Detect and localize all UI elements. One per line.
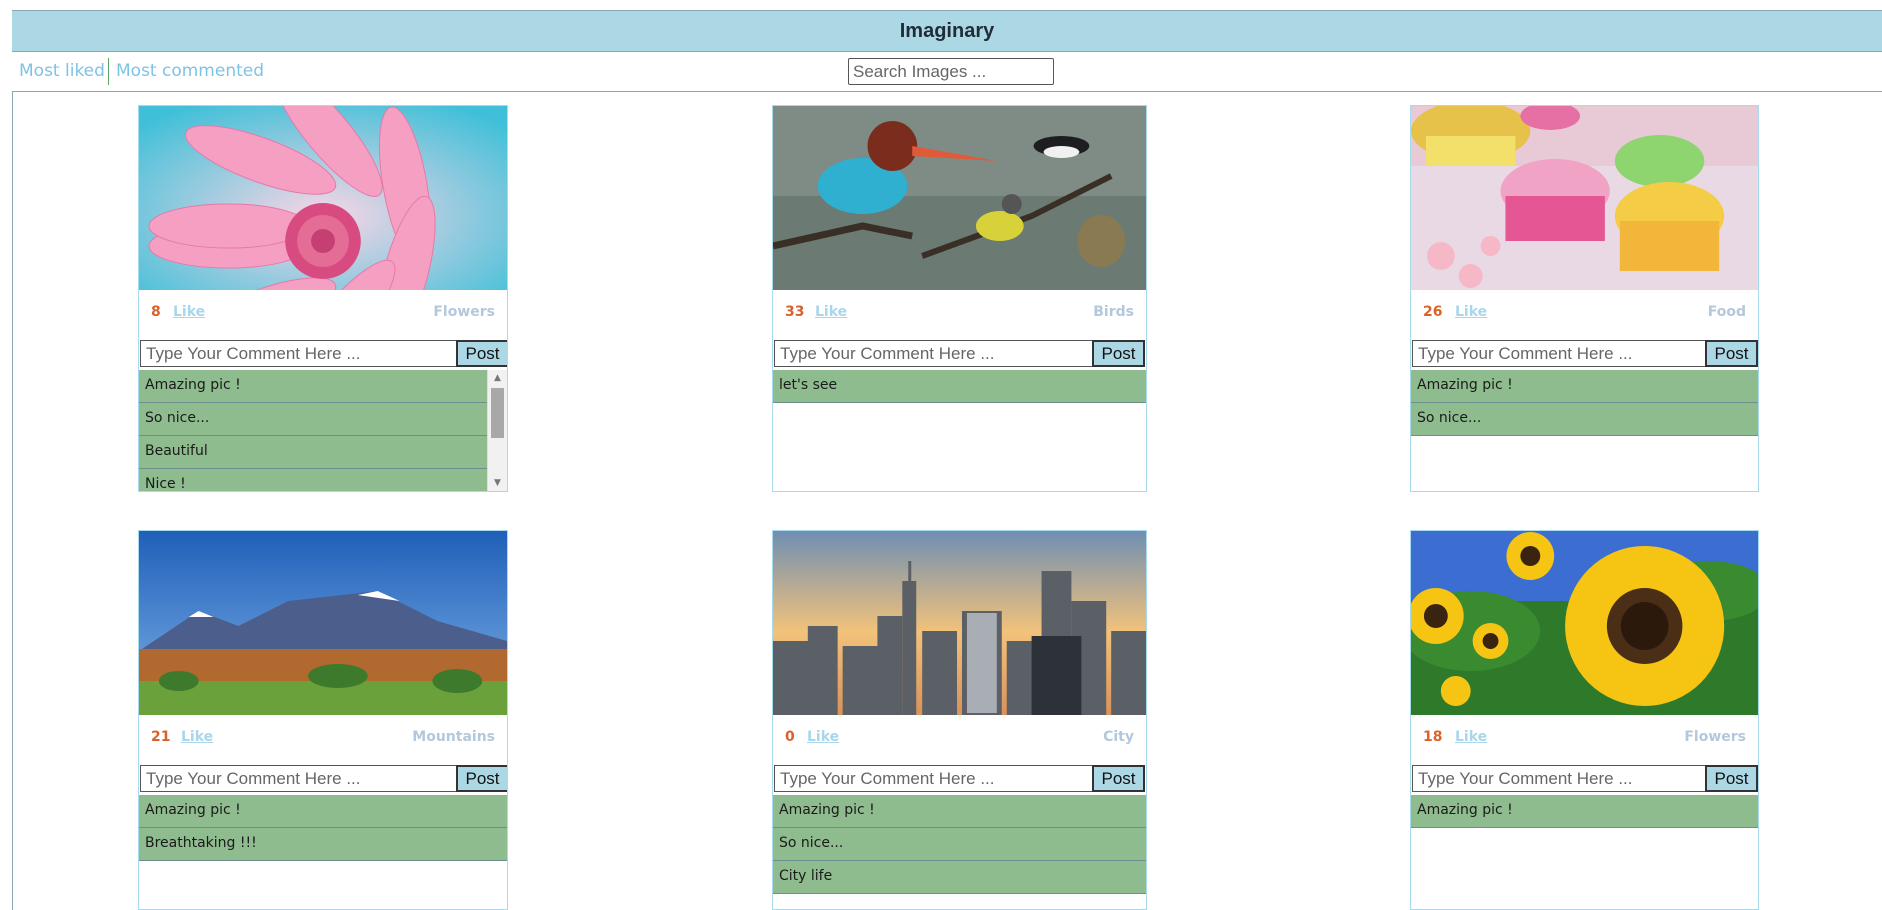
like-link[interactable]: Like <box>1455 729 1487 745</box>
category-label: City <box>1103 729 1134 745</box>
comment-item: So nice... <box>773 828 1146 861</box>
like-link[interactable]: Like <box>815 304 847 320</box>
likes-count: 21 <box>151 729 171 745</box>
search-input[interactable] <box>848 58 1054 85</box>
nav-bar: Most liked Most commented <box>12 52 1882 92</box>
likes-count: 26 <box>1423 304 1443 320</box>
app-header: Imaginary <box>12 10 1882 52</box>
like-link[interactable]: Like <box>181 729 213 745</box>
comments-list: let's see <box>773 370 1146 491</box>
like-link[interactable]: Like <box>1455 304 1487 320</box>
comment-item: So nice... <box>139 403 487 436</box>
category-label: Mountains <box>412 729 495 745</box>
likes-count: 8 <box>151 304 161 320</box>
nav-divider <box>108 58 109 85</box>
category-label: Food <box>1707 304 1746 320</box>
post-button[interactable]: Post <box>456 765 507 792</box>
image-card: 18 Like Flowers Post Amazing pic ! <box>1410 530 1759 910</box>
card-image[interactable] <box>773 531 1146 715</box>
scroll-down-icon[interactable]: ▼ <box>488 475 507 491</box>
card-image[interactable] <box>773 106 1146 290</box>
most-liked-link[interactable]: Most liked <box>19 60 105 82</box>
category-label: Birds <box>1093 304 1134 320</box>
image-card: 26 Like Food Post Amazing pic ! So nice.… <box>1410 105 1759 492</box>
comments-list: Amazing pic ! <box>1411 795 1758 909</box>
like-link[interactable]: Like <box>173 304 205 320</box>
app-title: Imaginary <box>899 19 995 42</box>
card-image[interactable] <box>139 531 507 715</box>
comment-item: City life <box>773 861 1146 894</box>
comments-scrollbar[interactable]: ▲ ▼ <box>487 370 507 491</box>
comment-input[interactable] <box>140 765 457 792</box>
comment-item: Nice ! <box>139 469 487 491</box>
card-image[interactable] <box>1411 106 1758 290</box>
comment-item: Amazing pic ! <box>1411 795 1758 828</box>
comments-list: Amazing pic ! So nice... Beautiful Nice … <box>139 370 487 491</box>
comment-item: Amazing pic ! <box>139 370 487 403</box>
category-label: Flowers <box>1684 729 1746 745</box>
image-card: 33 Like Birds Post let's see <box>772 105 1147 492</box>
comment-item: Beautiful <box>139 436 487 469</box>
comment-input[interactable] <box>140 340 457 367</box>
image-card: 21 Like Mountains Post Amazing pic ! Bre… <box>138 530 508 910</box>
comments-list: Amazing pic ! Breathtaking !!! <box>139 795 507 909</box>
comment-input[interactable] <box>1412 765 1706 792</box>
post-button[interactable]: Post <box>1092 340 1145 367</box>
post-button[interactable]: Post <box>1705 765 1758 792</box>
post-button[interactable]: Post <box>456 340 507 367</box>
comment-input[interactable] <box>1412 340 1706 367</box>
likes-count: 0 <box>785 729 795 745</box>
like-link[interactable]: Like <box>807 729 839 745</box>
category-label: Flowers <box>433 304 495 320</box>
comment-item: Breathtaking !!! <box>139 828 507 861</box>
comment-item: So nice... <box>1411 403 1758 436</box>
card-image[interactable] <box>139 106 507 290</box>
comment-item: Amazing pic ! <box>139 795 507 828</box>
comment-input[interactable] <box>774 765 1093 792</box>
comments-list: Amazing pic ! So nice... City life <box>773 795 1146 909</box>
post-button[interactable]: Post <box>1705 340 1758 367</box>
scroll-thumb[interactable] <box>491 388 504 438</box>
likes-count: 18 <box>1423 729 1443 745</box>
post-button[interactable]: Post <box>1092 765 1145 792</box>
scroll-up-icon[interactable]: ▲ <box>488 370 507 386</box>
likes-count: 33 <box>785 304 805 320</box>
comment-item: Amazing pic ! <box>1411 370 1758 403</box>
comment-item: Amazing pic ! <box>773 795 1146 828</box>
comment-item: let's see <box>773 370 1146 403</box>
most-commented-link[interactable]: Most commented <box>116 60 264 82</box>
comment-input[interactable] <box>774 340 1093 367</box>
comments-list: Amazing pic ! So nice... <box>1411 370 1758 491</box>
image-card: 0 Like City Post Amazing pic ! So nice..… <box>772 530 1147 910</box>
image-card: 8 Like Flowers Post Amazing pic ! So nic… <box>138 105 508 492</box>
card-image[interactable] <box>1411 531 1758 715</box>
